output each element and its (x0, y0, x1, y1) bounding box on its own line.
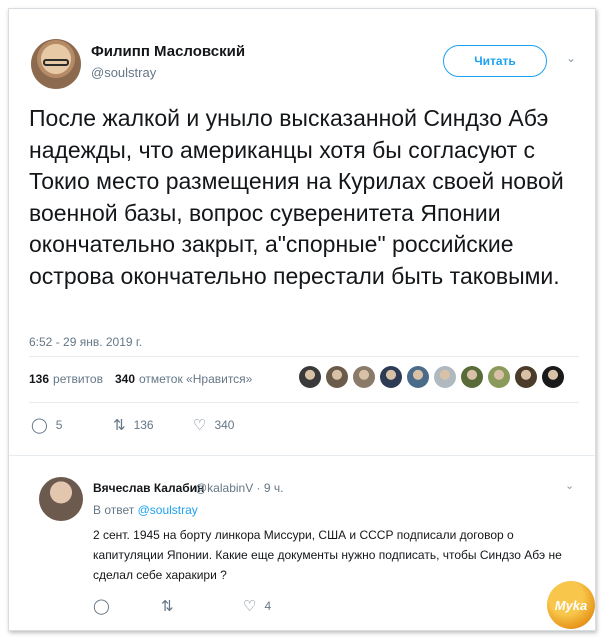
reply-icon: ◯ (93, 598, 110, 615)
reply-action[interactable]: ◯ 5 (31, 416, 62, 434)
glasses-shape (43, 59, 69, 66)
reply-meta[interactable]: @kalabinV · 9 ч. (195, 481, 283, 495)
liker-avatar[interactable] (353, 366, 375, 388)
divider (9, 455, 595, 456)
like-count: 340 (214, 418, 235, 432)
liker-avatars (299, 366, 564, 388)
liker-avatar[interactable] (434, 366, 456, 388)
heart-icon: ♡ (243, 598, 257, 615)
reply-text: 2 сент. 1945 на борту линкора Миссури, С… (93, 528, 562, 582)
like-action[interactable]: ♡ 4 (243, 597, 271, 615)
like-count: 4 (264, 599, 272, 613)
liker-avatar[interactable] (488, 366, 510, 388)
reply-action[interactable]: ◯ (93, 597, 118, 615)
retweet-icon: ⇅ (161, 598, 174, 615)
reply-author-name[interactable]: Вячеслав Калабин (93, 481, 204, 495)
liker-avatar[interactable] (542, 366, 564, 388)
retweet-action[interactable]: ⇅ 136 (113, 416, 154, 434)
retweet-count: 136 (133, 418, 154, 432)
avatar[interactable] (31, 39, 81, 89)
liker-avatar[interactable] (326, 366, 348, 388)
retweet-icon: ⇅ (113, 417, 126, 434)
retweet-action[interactable]: ⇅ (161, 597, 182, 615)
retweets-label[interactable]: ретвитов (53, 372, 103, 386)
like-action[interactable]: ♡ 340 (193, 416, 234, 434)
chevron-down-icon[interactable]: ⌄ (563, 51, 579, 67)
likes-label[interactable]: отметок «Нравится» (139, 372, 252, 386)
engagement-stats: 136 ретвитов 340 отметок «Нравится» (29, 372, 252, 386)
author-name[interactable]: Филипп Масловский (91, 43, 245, 60)
author-handle[interactable]: @soulstray (91, 65, 156, 80)
liker-avatar[interactable] (407, 366, 429, 388)
tweet-text: После жалкой и уныло высказанной Синдзо … (29, 105, 564, 289)
heart-icon: ♡ (193, 417, 207, 434)
divider (29, 402, 579, 403)
reply-to-line: В ответ @soulstray (93, 503, 198, 517)
liker-avatar[interactable] (299, 366, 321, 388)
reply-to-prefix: В ответ (93, 503, 135, 517)
retweets-count[interactable]: 136 (29, 372, 49, 386)
liker-avatar[interactable] (515, 366, 537, 388)
chevron-down-icon[interactable]: ⌄ (565, 479, 574, 492)
reply-to-handle[interactable]: @soulstray (138, 503, 198, 517)
tweet-card: Филипп Масловский @soulstray Читать ⌄ По… (8, 8, 596, 631)
liker-avatar[interactable] (380, 366, 402, 388)
watermark-logo: Myka (547, 581, 595, 629)
reply-count: 5 (55, 418, 63, 432)
timestamp[interactable]: 6:52 - 29 янв. 2019 г. (29, 335, 142, 349)
reply-icon: ◯ (31, 417, 48, 434)
likes-count[interactable]: 340 (115, 372, 135, 386)
avatar[interactable] (39, 477, 83, 521)
liker-avatar[interactable] (461, 366, 483, 388)
divider (29, 356, 579, 357)
follow-button[interactable]: Читать (443, 45, 547, 77)
